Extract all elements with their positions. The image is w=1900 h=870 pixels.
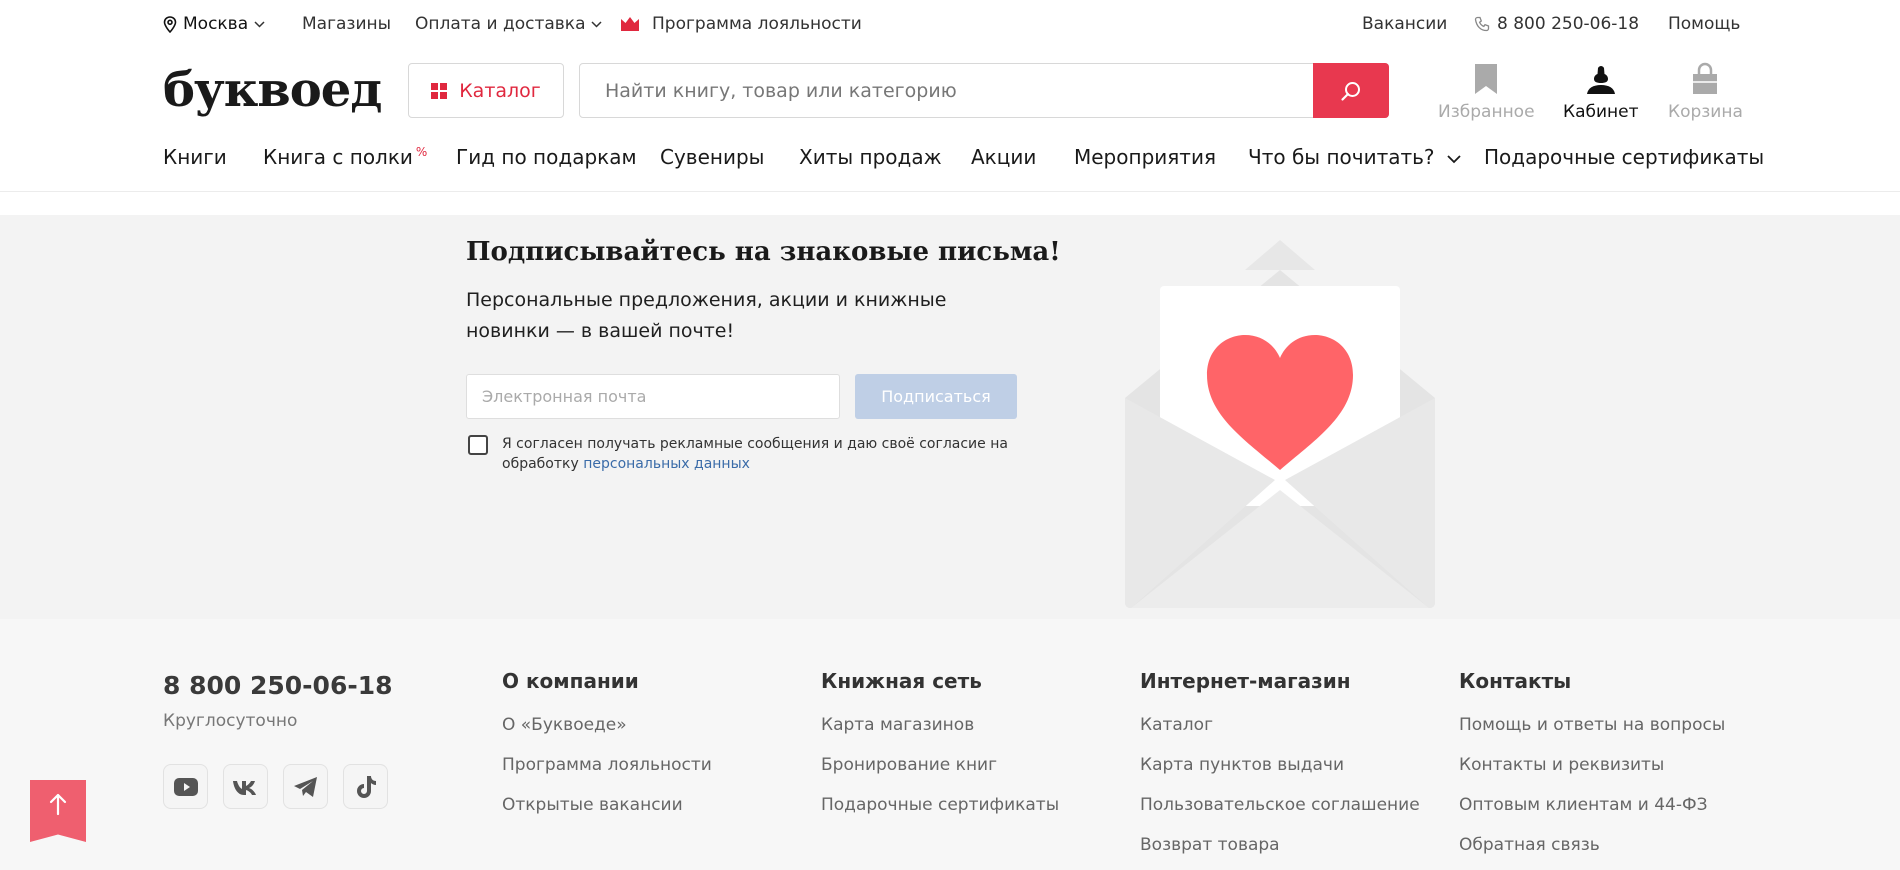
phone-label: 8 800 250-06-18 bbox=[1497, 14, 1640, 34]
footer-link[interactable]: Карта пунктов выдачи bbox=[1140, 745, 1420, 785]
nav-item-gift-guide[interactable]: Гид по подаркам bbox=[456, 145, 637, 169]
crown-icon bbox=[621, 17, 639, 31]
footer-link[interactable]: Обратная связь bbox=[1459, 825, 1725, 865]
subscribe-section: Подписывайтесь на знаковые письма! Персо… bbox=[0, 215, 1900, 619]
footer-column-book-network: Книжная сеть Карта магазинов Бронировани… bbox=[821, 669, 1059, 825]
footer: 8 800 250-06-18 Круглосуточно О компании… bbox=[0, 619, 1900, 870]
search-input[interactable] bbox=[605, 77, 1305, 105]
nav-item-label: Книга с полки bbox=[263, 145, 413, 169]
footer-link[interactable]: О «Буквоеде» bbox=[502, 705, 712, 745]
nav-item-label: Что бы почитать? bbox=[1248, 145, 1435, 169]
catalog-grid-icon bbox=[431, 82, 448, 99]
shopping-bag-icon bbox=[1693, 62, 1718, 94]
envelope-heart-illustration bbox=[1125, 240, 1435, 608]
arrow-up-icon bbox=[49, 793, 67, 816]
nav-item-book-from-shelf[interactable]: Книга с полки% bbox=[263, 145, 427, 169]
footer-column-title: Книжная сеть bbox=[821, 669, 982, 693]
top-bar: Москва Магазины Оплата и доставка Програ… bbox=[0, 0, 1900, 50]
footer-phone[interactable]: 8 800 250-06-18 bbox=[163, 671, 393, 700]
vacancies-label: Вакансии bbox=[1362, 14, 1448, 34]
search-icon bbox=[1341, 81, 1360, 101]
footer-link[interactable]: Каталог bbox=[1140, 705, 1420, 745]
subscribe-title: Подписывайтесь на знаковые письма! bbox=[466, 237, 1061, 267]
subscribe-button[interactable]: Подписаться bbox=[855, 374, 1017, 419]
help-label: Помощь bbox=[1668, 14, 1741, 34]
nav-item-what-to-read[interactable]: Что бы почитать? bbox=[1248, 145, 1461, 169]
vk-icon bbox=[232, 780, 256, 795]
main-nav: Книги Книга с полки% Гид по подаркам Сув… bbox=[0, 145, 1900, 175]
tiktok-link[interactable] bbox=[343, 764, 388, 809]
vk-link[interactable] bbox=[223, 764, 268, 809]
cart-button[interactable]: Корзина bbox=[1668, 62, 1743, 122]
catalog-label: Каталог bbox=[459, 79, 541, 102]
header-divider bbox=[0, 191, 1900, 192]
footer-column-online-store: Интернет-магазин Каталог Карта пунктов в… bbox=[1140, 669, 1420, 865]
user-icon bbox=[1586, 66, 1615, 94]
chevron-down-icon bbox=[254, 20, 265, 28]
footer-column-title: Интернет-магазин bbox=[1140, 669, 1351, 693]
footer-link[interactable]: Контакты и реквизиты bbox=[1459, 745, 1725, 785]
vacancies-link[interactable]: Вакансии bbox=[1362, 14, 1447, 34]
consent-checkbox[interactable] bbox=[468, 435, 488, 455]
help-link[interactable]: Помощь bbox=[1668, 14, 1740, 34]
location-pin-icon bbox=[163, 15, 177, 33]
nav-item-souvenirs[interactable]: Сувениры bbox=[660, 145, 764, 169]
youtube-icon bbox=[173, 777, 198, 796]
loyalty-label: Программа лояльности bbox=[652, 14, 862, 34]
footer-column-title: Контакты bbox=[1459, 669, 1572, 693]
footer-link[interactable]: Карта магазинов bbox=[821, 705, 1059, 745]
footer-link[interactable]: Программа лояльности bbox=[502, 745, 712, 785]
footer-link[interactable]: Оптовым клиентам и 44-ФЗ bbox=[1459, 785, 1725, 825]
personal-data-link[interactable]: персональных данных bbox=[583, 456, 750, 472]
nav-item-promotions[interactable]: Акции bbox=[971, 145, 1036, 169]
footer-link[interactable]: Бронирование книг bbox=[821, 745, 1059, 785]
youtube-link[interactable] bbox=[163, 764, 208, 809]
cabinet-label: Кабинет bbox=[1563, 102, 1639, 122]
footer-link[interactable]: Помощь и ответы на вопросы bbox=[1459, 705, 1725, 745]
chevron-down-icon bbox=[1447, 155, 1461, 164]
favorites-label: Избранное bbox=[1438, 102, 1535, 122]
nav-item-gift-certificates[interactable]: Подарочные сертификаты bbox=[1484, 145, 1764, 169]
favorites-button[interactable]: Избранное bbox=[1438, 62, 1535, 122]
phone-icon bbox=[1474, 16, 1490, 31]
stores-link[interactable]: Магазины bbox=[302, 14, 391, 34]
nav-item-events[interactable]: Мероприятия bbox=[1074, 145, 1216, 169]
footer-link[interactable]: Открытые вакансии bbox=[502, 785, 712, 825]
footer-link[interactable]: Возврат товара bbox=[1140, 825, 1420, 865]
chevron-down-icon bbox=[591, 20, 603, 28]
search-button[interactable] bbox=[1313, 63, 1389, 118]
discount-badge: % bbox=[415, 145, 428, 160]
city-label: Москва bbox=[183, 14, 249, 34]
email-field-wrapper bbox=[466, 374, 840, 419]
stores-label: Магазины bbox=[302, 14, 392, 34]
telegram-link[interactable] bbox=[283, 764, 328, 809]
consent-label: Я согласен получать рекламные сообщения … bbox=[502, 436, 1008, 472]
city-selector[interactable]: Москва bbox=[163, 14, 265, 34]
footer-column-company: О компании О «Буквоеде» Программа лояльн… bbox=[502, 669, 712, 825]
delivery-label: Оплата и доставка bbox=[415, 14, 586, 34]
bookmark-icon bbox=[1475, 64, 1498, 94]
cabinet-button[interactable]: Кабинет bbox=[1563, 62, 1639, 122]
cart-label: Корзина bbox=[1668, 102, 1743, 122]
phone-link[interactable]: 8 800 250-06-18 bbox=[1474, 14, 1639, 34]
consent-text: Я согласен получать рекламные сообщения … bbox=[502, 434, 1022, 474]
nav-item-bestsellers[interactable]: Хиты продаж bbox=[799, 145, 942, 169]
footer-column-title: О компании bbox=[502, 669, 639, 693]
footer-link[interactable]: Подарочные сертификаты bbox=[821, 785, 1059, 825]
search-bar bbox=[579, 63, 1389, 118]
subscribe-text: Персональные предложения, акции и книжны… bbox=[466, 289, 947, 342]
footer-column-contacts: Контакты Помощь и ответы на вопросы Конт… bbox=[1459, 669, 1725, 865]
email-field[interactable] bbox=[467, 375, 839, 418]
footer-link[interactable]: Пользовательское соглашение bbox=[1140, 785, 1420, 825]
delivery-link[interactable]: Оплата и доставка bbox=[415, 14, 603, 34]
tiktok-icon bbox=[356, 775, 376, 798]
nav-item-books[interactable]: Книги bbox=[163, 145, 227, 169]
telegram-icon bbox=[293, 776, 317, 797]
loyalty-link[interactable]: Программа лояльности bbox=[620, 14, 862, 34]
scroll-to-top-button[interactable] bbox=[30, 780, 86, 842]
catalog-button[interactable]: Каталог bbox=[408, 63, 564, 118]
logo[interactable]: буквоед bbox=[163, 62, 382, 118]
footer-phone-note: Круглосуточно bbox=[163, 711, 298, 731]
